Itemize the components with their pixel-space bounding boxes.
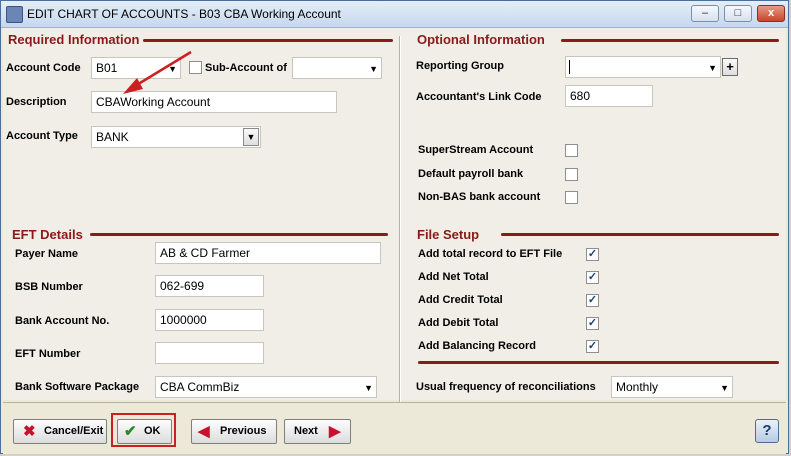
net-total-label: Add Net Total — [418, 271, 489, 283]
app-icon — [6, 6, 23, 23]
account-type-value: BANK — [96, 130, 129, 144]
bank-software-package-select[interactable]: CBA CommBiz ▼ — [155, 376, 377, 398]
next-button[interactable]: Next ▶ — [284, 419, 351, 444]
balancing-record-label: Add Balancing Record — [418, 340, 536, 352]
chevron-down-icon: ▼ — [708, 63, 717, 73]
total-record-label: Add total record to EFT File — [418, 248, 563, 260]
non-bas-bank-account-checkbox[interactable] — [565, 191, 578, 204]
plus-icon: + — [726, 59, 734, 74]
arrow-right-icon: ▶ — [329, 423, 341, 440]
x-icon: ✖ — [23, 423, 36, 440]
optional-information-title: Optional Information — [417, 32, 545, 47]
accountants-link-code-label: Accountant's Link Code — [416, 91, 542, 103]
file-setup-bottom-divider — [418, 361, 779, 364]
balancing-record-checkbox[interactable]: ✓ — [586, 340, 599, 353]
window-title: EDIT CHART OF ACCOUNTS - B03 CBA Working… — [27, 7, 341, 21]
file-setup-title: File Setup — [417, 227, 480, 242]
previous-button[interactable]: ◀ Previous — [191, 419, 277, 444]
reconciliation-frequency-select[interactable]: Monthly ▼ — [611, 376, 733, 398]
column-separator — [399, 36, 401, 406]
credit-total-checkbox[interactable]: ✓ — [586, 294, 599, 307]
checkmark-icon: ✓ — [587, 271, 598, 283]
bank-account-no-label: Bank Account No. — [15, 315, 110, 327]
title-bar: EDIT CHART OF ACCOUNTS - B03 CBA Working… — [1, 1, 788, 28]
superstream-account-label: SuperStream Account — [418, 144, 534, 156]
sub-account-label: Sub-Account of — [205, 62, 287, 74]
description-label: Description — [6, 96, 67, 108]
accountants-link-code-input[interactable]: 680 — [565, 85, 653, 107]
add-reporting-group-button[interactable]: + — [722, 58, 738, 76]
eft-number-label: EFT Number — [15, 348, 81, 360]
reporting-group-select[interactable]: ▼ — [565, 56, 721, 78]
file-setup-divider — [501, 233, 779, 236]
help-button[interactable]: ? — [755, 419, 779, 443]
payer-name-label: Payer Name — [15, 248, 78, 260]
payer-name-input[interactable]: AB & CD Farmer — [155, 242, 381, 264]
eft-number-input[interactable] — [155, 342, 264, 364]
account-type-select[interactable]: BANK ▼ — [91, 126, 261, 148]
text-cursor — [569, 60, 570, 74]
default-payroll-bank-label: Default payroll bank — [418, 168, 524, 180]
minimize-button[interactable]: – — [691, 5, 719, 22]
arrow-left-icon: ◀ — [198, 423, 210, 440]
sub-account-select[interactable]: ▼ — [292, 57, 382, 79]
form-content: Required Information Account Code B01 ▼ … — [3, 28, 786, 406]
close-button[interactable]: x — [757, 5, 785, 22]
account-code-label: Account Code — [6, 62, 81, 74]
total-record-checkbox[interactable]: ✓ — [586, 248, 599, 261]
required-information-title: Required Information — [8, 32, 140, 47]
eft-details-title: EFT Details — [12, 227, 83, 242]
default-payroll-bank-checkbox[interactable] — [565, 168, 578, 181]
chevron-down-icon: ▼ — [364, 383, 373, 393]
restore-button[interactable]: □ — [724, 5, 752, 22]
reconciliation-frequency-label: Usual frequency of reconciliations — [416, 381, 596, 393]
account-type-label: Account Type — [6, 130, 78, 142]
net-total-checkbox[interactable]: ✓ — [586, 271, 599, 284]
chevron-down-icon: ▼ — [369, 64, 378, 74]
checkmark-icon: ✓ — [587, 294, 598, 306]
required-information-divider — [143, 39, 393, 42]
debit-total-label: Add Debit Total — [418, 317, 499, 329]
superstream-account-checkbox[interactable] — [565, 144, 578, 157]
checkmark-icon: ✓ — [587, 340, 598, 352]
bank-account-no-input[interactable]: 1000000 — [155, 309, 264, 331]
cancel-exit-button[interactable]: ✖ Cancel/Exit — [13, 419, 107, 444]
credit-total-label: Add Credit Total — [418, 294, 503, 306]
chevron-down-icon: ▼ — [243, 128, 259, 146]
chevron-down-icon: ▼ — [720, 383, 729, 393]
non-bas-bank-account-label: Non-BAS bank account — [418, 191, 541, 203]
bank-software-package-value: CBA CommBiz — [160, 380, 240, 394]
annotation-arrow — [123, 50, 192, 94]
checkmark-icon: ✓ — [587, 317, 598, 329]
debit-total-checkbox[interactable]: ✓ — [586, 317, 599, 330]
checkmark-icon: ✓ — [587, 248, 598, 260]
edit-chart-of-accounts-window: EDIT CHART OF ACCOUNTS - B03 CBA Working… — [0, 0, 789, 454]
bank-software-package-label: Bank Software Package — [15, 381, 140, 393]
reporting-group-label: Reporting Group — [416, 60, 504, 72]
optional-information-divider — [561, 39, 779, 42]
reconciliation-frequency-value: Monthly — [616, 380, 659, 394]
bsb-number-input[interactable]: 062-699 — [155, 275, 264, 297]
ok-button-highlight — [111, 413, 176, 447]
bsb-number-label: BSB Number — [15, 281, 83, 293]
eft-details-divider — [90, 233, 388, 236]
